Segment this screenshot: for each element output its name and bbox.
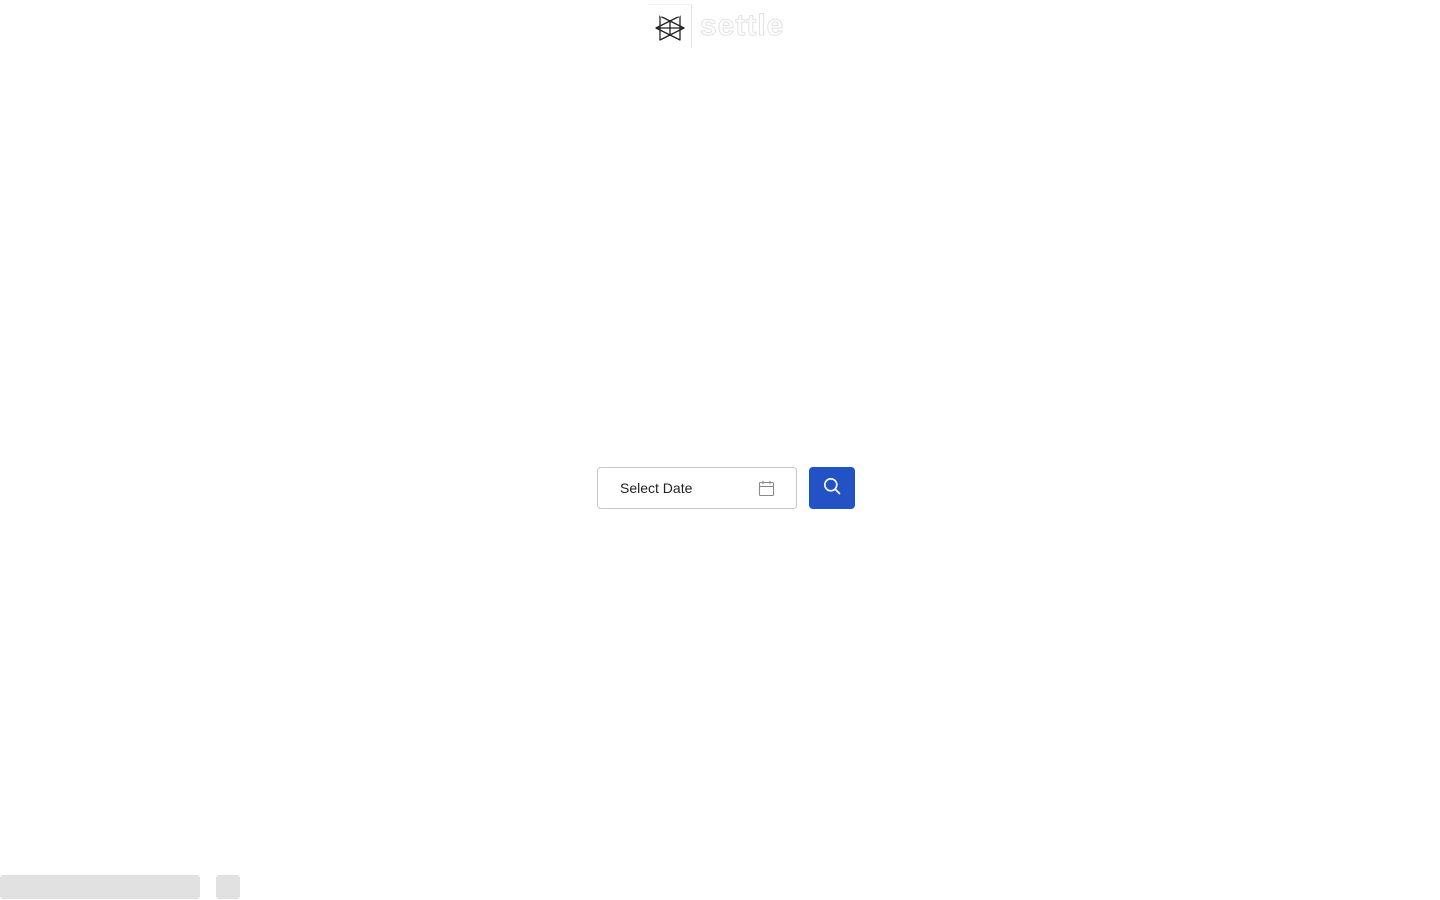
date-picker-field[interactable]: Select Date <box>597 467 797 509</box>
page: settle Select Date <box>0 0 1440 900</box>
loading-skeleton-bar <box>0 875 200 899</box>
logo[interactable]: settle <box>648 3 798 49</box>
date-search-form: Select Date <box>597 467 855 509</box>
calendar-icon[interactable] <box>757 479 775 497</box>
logo-wordmark: settle <box>699 9 785 43</box>
date-picker-value: Select Date <box>620 480 693 496</box>
logo-mark-icon <box>648 4 692 48</box>
search-icon <box>823 477 841 500</box>
search-button[interactable] <box>809 467 855 509</box>
loading-skeleton-square <box>216 875 240 899</box>
